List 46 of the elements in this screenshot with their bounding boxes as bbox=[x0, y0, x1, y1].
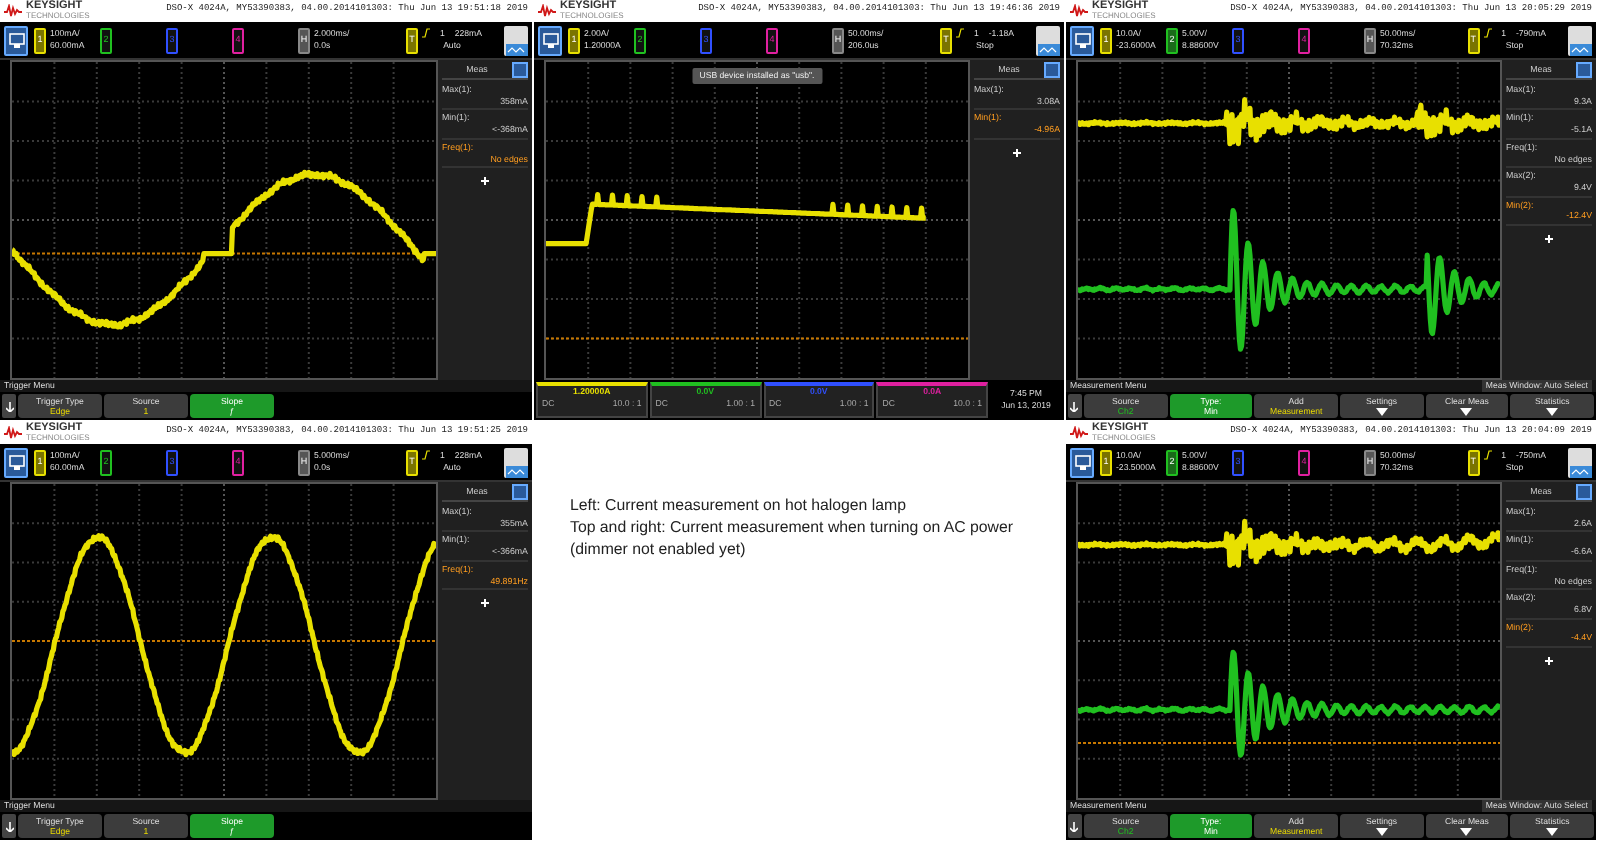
waveform-icon bbox=[1569, 43, 1591, 55]
add-icon bbox=[1544, 234, 1554, 245]
home-button[interactable] bbox=[4, 447, 28, 477]
add-icon bbox=[480, 176, 490, 187]
screen-icon bbox=[1073, 453, 1091, 471]
back-button[interactable] bbox=[1068, 814, 1082, 838]
menu-icon[interactable] bbox=[1044, 62, 1060, 78]
waveform-button[interactable] bbox=[504, 447, 528, 477]
logo-icon bbox=[1070, 4, 1088, 18]
waveform-icon bbox=[1037, 43, 1059, 55]
add-icon bbox=[1012, 147, 1022, 158]
logo-icon bbox=[4, 426, 22, 440]
back-button[interactable] bbox=[2, 394, 16, 418]
logo-icon bbox=[4, 4, 22, 18]
slope-icon bbox=[421, 27, 430, 38]
menu-icon[interactable] bbox=[512, 62, 528, 78]
screen-icon bbox=[7, 31, 25, 49]
screen-icon bbox=[7, 453, 25, 471]
menu-icon[interactable] bbox=[1576, 62, 1592, 78]
waveform-icon bbox=[1569, 465, 1591, 477]
waveform-button[interactable] bbox=[1568, 25, 1592, 55]
arrow-icon bbox=[5, 821, 13, 831]
menu-icon[interactable] bbox=[1576, 484, 1592, 500]
add-icon bbox=[1544, 656, 1554, 667]
slope-icon bbox=[1483, 449, 1492, 460]
screen-icon bbox=[541, 31, 559, 49]
waveform-icon bbox=[505, 465, 527, 477]
waveform-icon bbox=[505, 43, 527, 55]
home-button[interactable] bbox=[4, 25, 28, 55]
home-button[interactable] bbox=[1070, 25, 1094, 55]
waveform-button[interactable] bbox=[504, 25, 528, 55]
menu-icon[interactable] bbox=[512, 484, 528, 500]
slope-icon bbox=[421, 449, 430, 460]
slope-icon bbox=[1483, 27, 1492, 38]
back-button[interactable] bbox=[1068, 394, 1082, 418]
logo-icon bbox=[1070, 426, 1088, 440]
waveform-button[interactable] bbox=[1568, 447, 1592, 477]
waveform-button[interactable] bbox=[1036, 25, 1060, 55]
logo-icon bbox=[538, 4, 556, 18]
arrow-icon bbox=[5, 401, 13, 411]
home-button[interactable] bbox=[1070, 447, 1094, 477]
slope-icon bbox=[955, 27, 964, 38]
add-icon bbox=[480, 598, 490, 609]
screen-icon bbox=[1073, 31, 1091, 49]
back-button[interactable] bbox=[2, 814, 16, 838]
home-button[interactable] bbox=[538, 25, 562, 55]
